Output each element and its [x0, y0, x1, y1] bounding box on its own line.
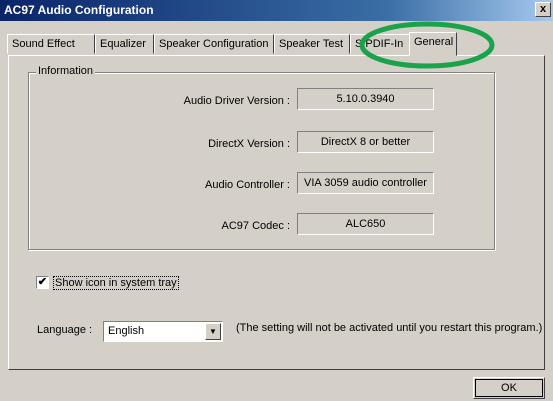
- system-tray-label[interactable]: Show icon in system tray: [53, 276, 179, 290]
- audio-controller-value: VIA 3059 audio controller: [297, 172, 434, 194]
- chevron-down-icon: ▼: [209, 327, 217, 336]
- tab-label: S/PDIF-In: [355, 38, 404, 50]
- tab-label: Sound Effect: [12, 38, 75, 50]
- tab-equalizer[interactable]: Equalizer: [95, 34, 154, 54]
- tab-sound-effect[interactable]: Sound Effect: [7, 34, 95, 54]
- tab-general[interactable]: General: [409, 32, 457, 56]
- directx-version-label: DirectX Version :: [208, 138, 290, 150]
- window-title: AC97 Audio Configuration: [4, 3, 154, 17]
- close-icon: x: [539, 3, 547, 15]
- system-tray-checkbox[interactable]: ✔: [36, 276, 49, 289]
- driver-version-value: 5.10.0.3940: [297, 88, 434, 110]
- title-bar: AC97 Audio Configuration x: [0, 0, 553, 21]
- tab-label: General: [414, 36, 454, 48]
- tab-speaker-configuration[interactable]: Speaker Configuration: [154, 34, 274, 54]
- tab-spdif-in[interactable]: S/PDIF-In: [350, 34, 410, 54]
- language-select[interactable]: English ▼: [103, 321, 223, 342]
- ac97-codec-label: AC97 Codec :: [221, 220, 290, 232]
- dropdown-arrow-button[interactable]: ▼: [205, 323, 221, 340]
- language-label: Language :: [37, 324, 93, 336]
- language-restart-note: (The setting will not be activated until…: [236, 322, 543, 334]
- information-legend: Information: [36, 65, 96, 77]
- audio-controller-label: Audio Controller :: [205, 179, 290, 191]
- tab-label: Speaker Configuration: [159, 38, 269, 50]
- tab-label: Speaker Test: [279, 38, 344, 50]
- language-selected-value: English: [108, 325, 145, 337]
- directx-version-value: DirectX 8 or better: [297, 131, 434, 153]
- driver-version-label: Audio Driver Version :: [183, 95, 290, 107]
- checkmark-icon: ✔: [37, 276, 48, 288]
- close-button[interactable]: x: [535, 2, 551, 17]
- ok-button[interactable]: OK: [473, 377, 545, 399]
- tab-label: Equalizer: [100, 38, 146, 50]
- tab-speaker-test[interactable]: Speaker Test: [274, 34, 350, 54]
- ac97-codec-value: ALC650: [297, 213, 434, 235]
